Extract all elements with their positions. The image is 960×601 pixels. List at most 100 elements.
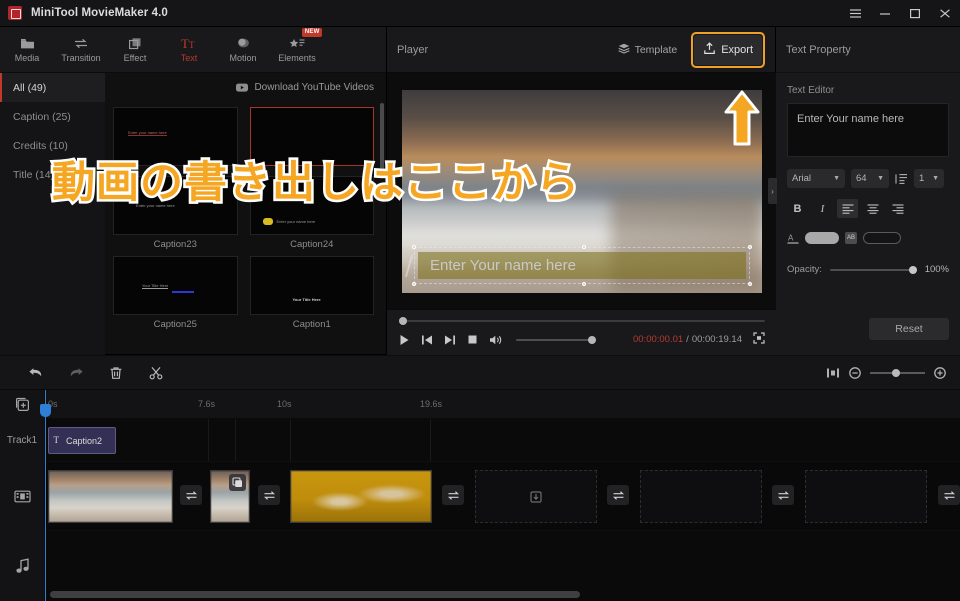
font-family-select[interactable]: Arial ▼ (787, 169, 845, 188)
zoom-out-icon[interactable] (849, 366, 861, 379)
video-clip-duck[interactable] (290, 470, 432, 523)
resize-handle[interactable] (582, 244, 586, 249)
tab-media[interactable]: Media (0, 27, 54, 73)
timeline-horizontal-scrollbar[interactable] (50, 591, 580, 598)
scissors-icon[interactable] (136, 356, 176, 390)
overlay-badge-icon[interactable] (229, 474, 246, 491)
outline-color-icon[interactable]: AB (845, 232, 857, 244)
sticker-icon (262, 218, 273, 225)
timeline-zoom-knob[interactable] (892, 368, 900, 377)
text-track-lane[interactable]: T Caption2 (45, 419, 960, 462)
video-clip-empty-1[interactable] (475, 470, 597, 523)
volume-icon[interactable] (489, 334, 503, 346)
resize-handle[interactable] (748, 244, 752, 249)
transition-arrows-icon[interactable] (772, 485, 794, 505)
volume-knob[interactable] (588, 335, 596, 344)
library-panel: All (49) Caption (25) Credits (10) Title… (0, 73, 386, 355)
transition-arrows-icon[interactable] (607, 485, 629, 505)
text-property-panel: Text Property Text Editor Enter Your nam… (776, 27, 960, 355)
fullscreen-icon[interactable] (753, 332, 765, 347)
caption-selection-box[interactable] (412, 244, 752, 286)
property-panel-title: Text Property (776, 27, 960, 73)
template-browser: Download YouTube Videos Enter your name … (105, 73, 386, 355)
transition-arrows-icon[interactable] (938, 485, 960, 505)
redo-icon[interactable] (56, 356, 96, 390)
timeline-ruler[interactable]: 0s 7.6s 10s 19.6s (45, 390, 960, 419)
film-strip-icon[interactable] (0, 462, 44, 531)
tab-elements[interactable]: NEW Elements (270, 27, 324, 73)
template-item[interactable]: Your Title Here Caption25 (113, 256, 238, 330)
resize-handle[interactable] (748, 281, 752, 286)
align-right-icon[interactable] (887, 199, 908, 218)
template-button[interactable]: Template (612, 38, 684, 62)
opacity-knob[interactable] (908, 265, 917, 274)
align-left-icon[interactable] (837, 199, 858, 218)
tab-motion[interactable]: Motion (216, 27, 270, 73)
font-color-icon[interactable]: A (787, 232, 799, 244)
template-thumbnail[interactable]: Your Title Here (249, 256, 374, 315)
font-size-select[interactable]: 64 ▼ (851, 169, 889, 188)
fit-to-timeline-icon[interactable] (826, 367, 840, 379)
timeline-zoom-slider[interactable] (870, 368, 925, 377)
app-title: MiniTool MovieMaker 4.0 (31, 7, 168, 19)
next-frame-icon[interactable] (444, 334, 456, 346)
bold-button[interactable]: B (787, 199, 808, 218)
close-icon[interactable] (930, 0, 960, 27)
opacity-value: 100% (924, 264, 949, 275)
template-item[interactable]: Your Title Here Caption1 (249, 256, 374, 330)
add-track-icon[interactable] (0, 390, 44, 419)
text-editor-input[interactable]: Enter Your name here (787, 103, 949, 157)
player-title: Player (397, 43, 429, 56)
transition-arrows-icon[interactable] (258, 485, 280, 505)
playhead-line[interactable] (45, 390, 46, 601)
export-button[interactable]: Export (694, 34, 762, 65)
category-title-label: Title (14) (13, 168, 55, 181)
video-track-lane[interactable] (45, 462, 960, 531)
download-clip-icon[interactable] (529, 489, 544, 504)
playhead-handle[interactable] (40, 404, 51, 417)
total-time: 00:00:19.14 (691, 334, 742, 345)
template-thumbnail[interactable]: Your Title Here (113, 256, 238, 315)
tab-motion-label: Motion (229, 53, 257, 63)
outline-color-swatch[interactable] (863, 232, 901, 244)
play-icon[interactable] (399, 334, 410, 346)
music-note-icon[interactable] (0, 531, 44, 601)
opacity-slider[interactable] (829, 265, 917, 274)
download-youtube-link[interactable]: Download YouTube Videos (254, 82, 374, 93)
volume-slider[interactable] (516, 335, 596, 344)
category-caption[interactable]: Caption (25) (0, 102, 105, 131)
hamburger-menu-icon[interactable] (840, 0, 870, 27)
seek-bar[interactable] (399, 317, 765, 325)
video-clip-empty-3[interactable] (805, 470, 927, 523)
line-height-select[interactable]: 1 ▼ (914, 169, 944, 188)
maximize-icon[interactable] (900, 0, 930, 27)
video-clip-beach-2[interactable] (210, 470, 250, 523)
video-clip-empty-2[interactable] (640, 470, 762, 523)
previous-frame-icon[interactable] (421, 334, 433, 346)
resize-handle[interactable] (412, 244, 416, 249)
collapse-panel-icon[interactable]: › (768, 178, 777, 204)
minimize-icon[interactable] (870, 0, 900, 27)
tab-effect[interactable]: Effect (108, 27, 162, 73)
svg-text:A: A (788, 234, 794, 243)
undo-icon[interactable] (16, 356, 56, 390)
tab-text[interactable]: TT Text (162, 27, 216, 73)
zoom-in-icon[interactable] (934, 366, 946, 379)
stop-icon[interactable] (467, 334, 478, 345)
text-clip-caption2[interactable]: T Caption2 (48, 427, 116, 454)
app-logo-icon (8, 6, 22, 20)
resize-handle[interactable] (582, 281, 586, 286)
seek-knob[interactable] (399, 317, 407, 325)
category-all[interactable]: All (49) (0, 73, 105, 102)
trash-icon[interactable] (96, 356, 136, 390)
transition-arrows-icon[interactable] (442, 485, 464, 505)
font-color-swatch[interactable] (805, 232, 839, 244)
transition-arrows-icon[interactable] (180, 485, 202, 505)
timecode-separator: / (686, 334, 689, 345)
tab-transition[interactable]: Transition (54, 27, 108, 73)
resize-handle[interactable] (412, 281, 416, 286)
align-center-icon[interactable] (862, 199, 883, 218)
reset-button[interactable]: Reset (869, 318, 949, 340)
video-clip-beach-1[interactable] (48, 470, 173, 523)
italic-button[interactable]: I (812, 199, 833, 218)
